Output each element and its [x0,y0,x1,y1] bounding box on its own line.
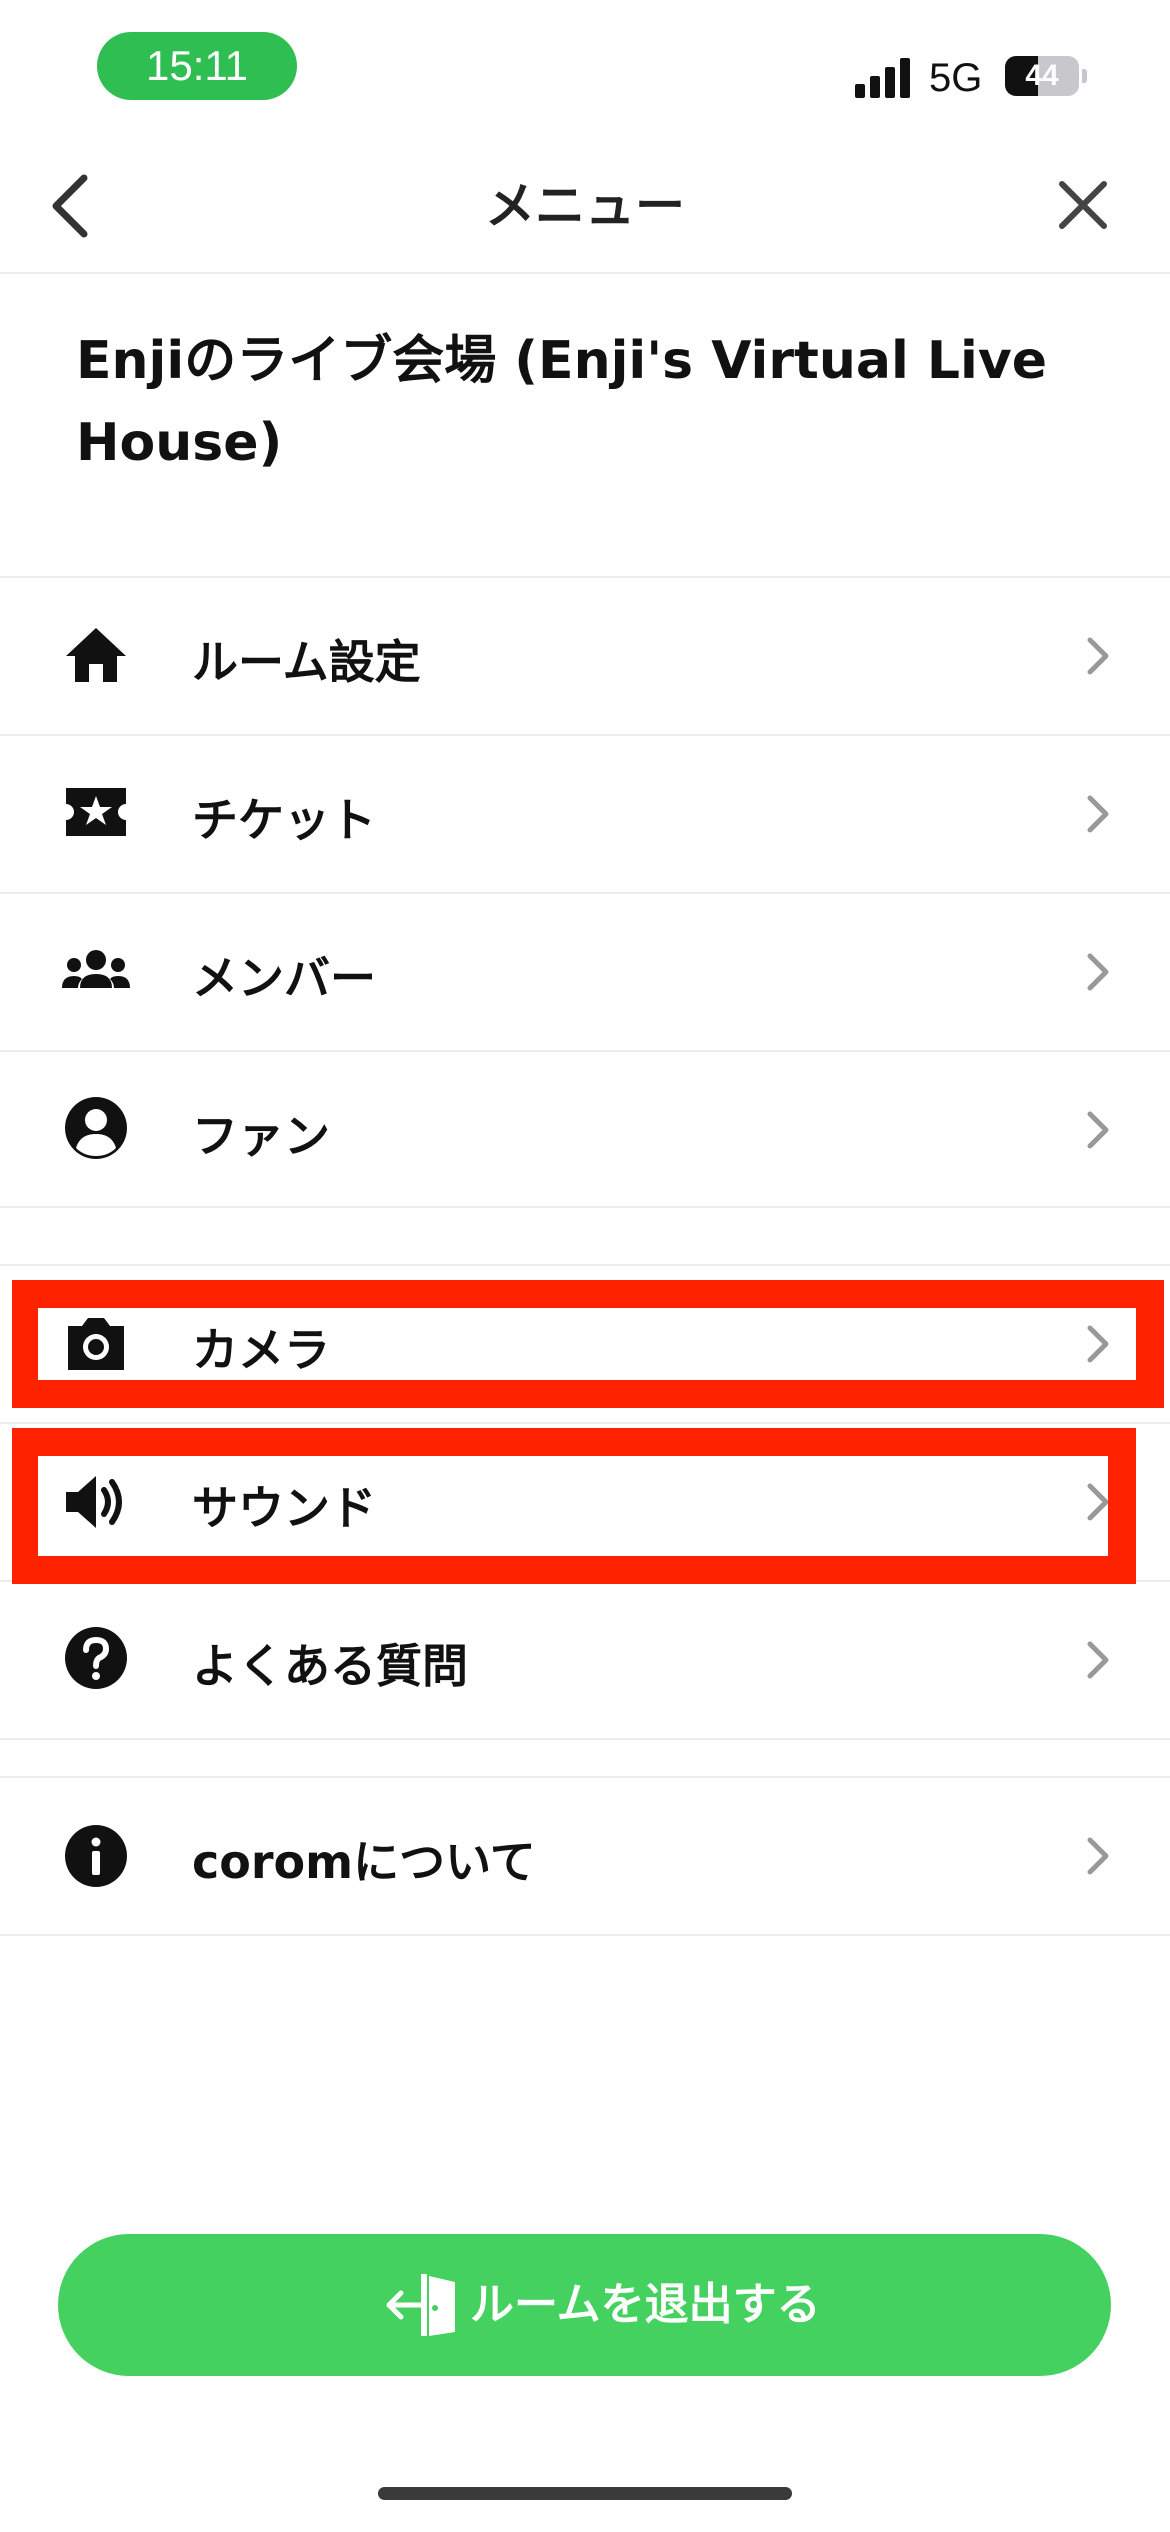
signal-strength-icon [855,58,910,98]
menu-item-room-settings[interactable]: ルーム設定 [0,578,1170,734]
menu-item-about[interactable]: coromについて [0,1778,1170,1934]
menu-item-fans[interactable]: ファン [0,1052,1170,1208]
divider [0,1934,1170,1936]
menu-item-faq[interactable]: よくある質問 [0,1582,1170,1738]
chevron-left-icon[interactable] [38,168,108,244]
divider [0,1738,1170,1740]
members-icon [62,950,130,988]
menu-item-label: チケット [192,793,376,847]
exit-door-icon [386,2274,455,2336]
room-title: Enjiのライブ会場 (Enji's Virtual Live House) [76,331,1048,473]
status-time: 15:11 [97,32,297,100]
menu-item-label: coromについて [192,1835,536,1889]
menu-item-label: ルーム設定 [192,635,421,689]
home-icon [66,628,126,682]
exit-room-button[interactable]: ルームを退出する [58,2234,1111,2376]
ticket-star-icon [66,788,126,836]
highlight-box-sound [12,1428,1136,1584]
highlight-box-camera [12,1280,1164,1408]
network-type: 5G [929,56,983,100]
divider [0,1206,1170,1208]
chevron-right-icon [1087,795,1109,833]
home-indicator[interactable] [378,2487,792,2500]
chevron-right-icon [1087,953,1109,991]
chevron-right-icon [1087,637,1109,675]
menu-item-label: ファン [192,1109,330,1163]
page-title: メニュー [485,177,685,235]
menu-item-label: メンバー [192,951,376,1005]
account-circle-icon [65,1097,127,1159]
header: メニュー [0,140,1170,274]
info-circle-icon [65,1825,127,1887]
close-icon[interactable] [1048,170,1118,240]
battery-level: 44 [1025,59,1059,92]
battery-icon: 44 [1005,56,1087,96]
menu-item-label: よくある質問 [192,1639,468,1693]
menu-item-members[interactable]: メンバー [0,894,1170,1050]
chevron-right-icon [1087,1641,1109,1679]
menu-item-tickets[interactable]: チケット [0,736,1170,892]
help-circle-icon [65,1627,127,1689]
chevron-right-icon [1087,1111,1109,1149]
chevron-right-icon [1087,1837,1109,1875]
exit-room-label: ルームを退出する [470,2279,821,2330]
status-bar: 15:11 5G 44 [0,0,1170,140]
